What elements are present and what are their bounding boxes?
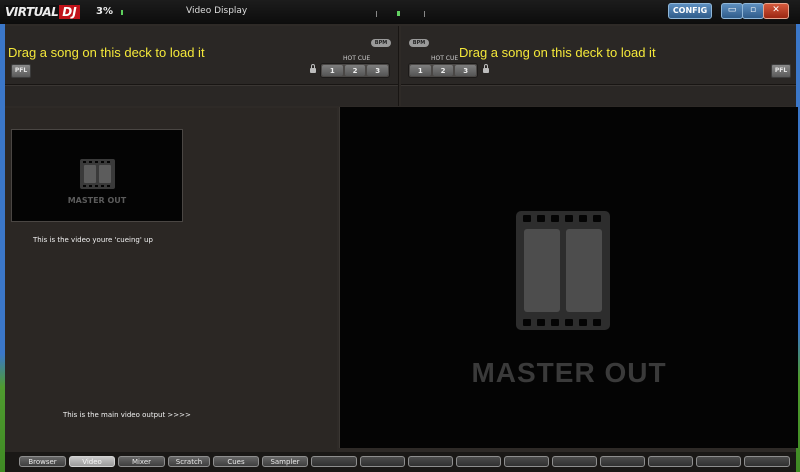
hotcue-3-button-left[interactable]: 3 [367, 65, 389, 76]
tab-empty-slot[interactable] [504, 456, 549, 467]
crossfader-marker-right [424, 11, 425, 17]
bpm-button-right[interactable]: BPM [409, 39, 429, 47]
main-video-caption: This is the main video output >>>> [63, 411, 191, 419]
config-button[interactable]: CONFIG [668, 3, 712, 19]
cue-video-preview[interactable]: MASTER OUT [11, 129, 183, 222]
crossfader-marker-center [397, 11, 400, 16]
deck-right-load-message: Drag a song on this deck to load it [459, 45, 656, 60]
video-control-panel: MASTER OUT This is the video youre 'cuei… [5, 108, 337, 452]
tab-empty-slot[interactable] [744, 456, 790, 467]
deck-inner-line [401, 85, 796, 86]
tab-empty-slot[interactable] [552, 456, 597, 467]
hotcue-group-right: 1 2 3 [408, 63, 478, 78]
tab-mixer[interactable]: Mixer [118, 456, 165, 467]
film-icon [80, 159, 115, 189]
preview-master-out-label: MASTER OUT [67, 196, 127, 205]
tab-empty-slot[interactable] [696, 456, 741, 467]
bpm-button-left[interactable]: BPM [371, 39, 391, 47]
hotcue-1-button-right[interactable]: 1 [410, 65, 431, 76]
hotcue-group-left: 1 2 3 [320, 63, 390, 78]
cue-video-caption: This is the video youre 'cueing' up [33, 236, 153, 244]
hotcue-label-right: HOT CUE [431, 55, 459, 62]
minimize-button[interactable]: ▭ [721, 3, 743, 19]
tab-empty-slot[interactable] [600, 456, 645, 467]
tab-sampler[interactable]: Sampler [262, 456, 308, 467]
tab-browser[interactable]: Browser [19, 456, 66, 467]
lock-icon[interactable] [483, 64, 489, 73]
tab-empty-slot[interactable] [648, 456, 693, 467]
maximize-button[interactable]: ▫ [742, 3, 764, 19]
deck-left[interactable]: BPM Drag a song on this deck to load it … [5, 26, 399, 106]
close-button[interactable]: ✕ [763, 3, 789, 19]
tab-bar: Browser Video Mixer Scratch Cues Sampler [5, 452, 796, 472]
hotcue-3-button-right[interactable]: 3 [455, 65, 477, 76]
pfl-button-left[interactable]: PFL [11, 64, 31, 78]
cpu-indicator [121, 10, 123, 15]
deck-inner-line [5, 85, 398, 86]
title-bar: VIRTUAL DJ 3% Video Display CONFIG ▭ ▫ ✕ [0, 0, 800, 24]
tab-empty-slot[interactable] [311, 456, 357, 467]
master-video-output[interactable]: MASTER OUT [339, 107, 798, 448]
film-icon [516, 211, 610, 330]
hotcue-2-button-left[interactable]: 2 [344, 65, 366, 76]
tab-empty-slot[interactable] [456, 456, 501, 467]
logo-virtual-text: VIRTUAL [4, 5, 60, 19]
hotcue-1-button-left[interactable]: 1 [322, 65, 343, 76]
tab-video[interactable]: Video [69, 456, 115, 467]
logo-dj-text: DJ [59, 5, 80, 19]
tab-scratch[interactable]: Scratch [168, 456, 210, 467]
master-out-label: MASTER OUT [471, 357, 667, 388]
pfl-button-right[interactable]: PFL [771, 64, 791, 78]
hotcue-2-button-right[interactable]: 2 [432, 65, 454, 76]
tab-cues[interactable]: Cues [213, 456, 259, 467]
window-title: Video Display [186, 6, 248, 16]
deck-left-load-message: Drag a song on this deck to load it [8, 45, 205, 60]
virtualdj-logo: VIRTUAL DJ [4, 4, 80, 20]
tab-empty-slot[interactable] [360, 456, 405, 467]
lock-icon[interactable] [310, 64, 316, 73]
hotcue-label-left: HOT CUE [343, 55, 371, 62]
crossfader-marker-left [376, 11, 377, 17]
cpu-load-readout: 3% [96, 6, 113, 17]
tab-empty-slot[interactable] [408, 456, 453, 467]
deck-right[interactable]: BPM Drag a song on this deck to load it … [401, 26, 796, 106]
